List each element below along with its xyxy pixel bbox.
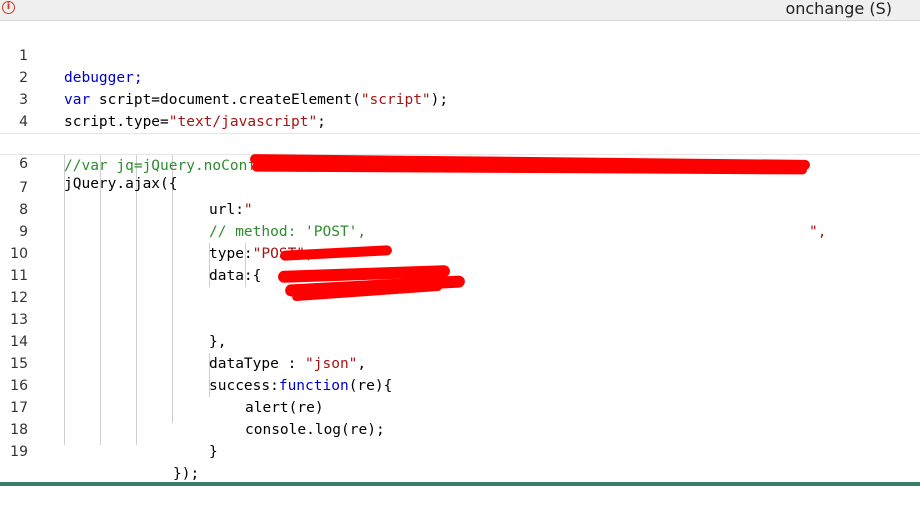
function-title: onchange (S) <box>785 0 892 18</box>
code-line-current: 6 jQuery.ajax({ <box>0 133 920 192</box>
error-circle-icon[interactable]: i <box>2 1 15 14</box>
bottom-border <box>0 482 920 486</box>
code-line: 10 data:{ <box>0 221 920 284</box>
code-line: 5 //var jq=jQuery.noConflict(); <box>0 111 920 174</box>
code-line: 14 dataType : "json", <box>0 309 920 372</box>
code-editor[interactable]: 1 debugger; 2 var script=document.create… <box>0 22 920 484</box>
line-number: 19 <box>10 444 28 460</box>
code-line: 9 type:"POST", <box>0 199 920 262</box>
code-line: 19 }); <box>0 419 920 482</box>
code-line: 16 alert(re) <box>0 353 920 416</box>
code-line: 18 } <box>0 397 920 460</box>
code-text: } <box>209 444 218 460</box>
code-line: 11 <box>0 243 920 284</box>
code-line: 17 console.log(re); <box>0 375 920 438</box>
code-line: 3 script.type="text/javascript"; <box>0 67 920 130</box>
code-line: 8 // method: 'POST', <box>0 177 920 240</box>
code-line: 1 debugger; <box>0 23 920 86</box>
code-line: 2 var script=document.createElement("scr… <box>0 45 920 108</box>
code-line: 15 success:function(re){ <box>0 331 920 394</box>
code-line: 4 script.src="jQuery.js"; <box>0 89 920 152</box>
title-bar: i onchange (S) <box>0 0 920 21</box>
code-line: 13 }, <box>0 287 920 350</box>
